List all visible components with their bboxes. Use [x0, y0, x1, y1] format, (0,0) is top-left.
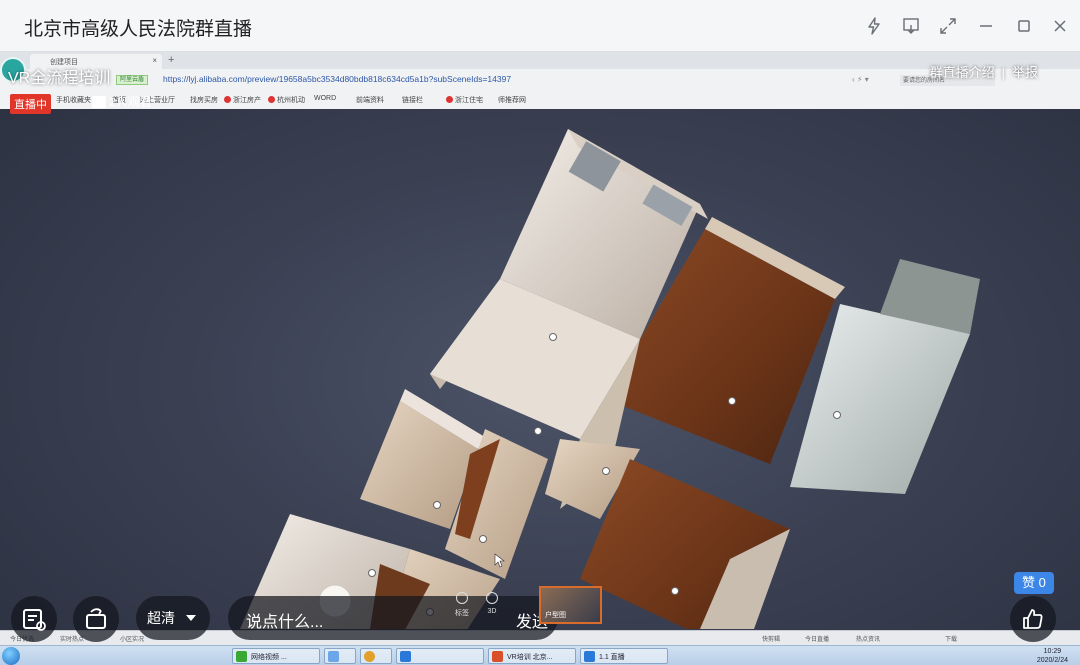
bookmark-item: 师推荐网 — [498, 97, 526, 104]
browser-tool-icons: ‹ ⚡ ▾ — [852, 75, 869, 84]
taskbar-item: 快剪辑 — [762, 637, 781, 643]
bookmark-item: 找房买房 — [190, 97, 218, 104]
bookmark-item: 浙江住宅 — [446, 95, 483, 105]
hotspot-icon — [479, 535, 487, 543]
chat-input[interactable]: 说点什么... 发送 — [228, 596, 558, 640]
taskbar-item: 下载 — [945, 637, 958, 643]
browser-address-bar: 阿里云盾 https://lyj.alibaba.com/preview/196… — [0, 71, 1080, 89]
minimize-icon[interactable] — [973, 13, 999, 39]
globe-icon — [486, 592, 498, 604]
browser-bookmarks-bar: 手机收藏夹 首页 网上营业厅 找房买房 浙江房产 杭州机动 WORD 前端资料 … — [0, 91, 1080, 108]
live-stream-view[interactable]: 创建项目 × + 阿里云盾 https://lyj.alibaba.com/pr… — [0, 52, 1080, 645]
bookmark-item: 手机收藏夹 — [56, 97, 91, 104]
bookmark-item: 浙江房产 — [224, 95, 261, 105]
report-link[interactable]: 举报 — [1012, 65, 1038, 80]
taskbar-item: 小区实况 — [120, 637, 145, 643]
clock-date: 2020/2/24 — [1036, 657, 1068, 664]
taskbar-app — [324, 648, 356, 664]
stream-top-links: 群直播介绍 | 举报 — [930, 62, 1038, 81]
chat-placeholder: 说点什么... — [246, 614, 324, 631]
viewer-icon — [92, 96, 106, 108]
windows-start-icon — [2, 647, 20, 665]
window-titlebar: 北京市高级人民法院群直播 — [0, 0, 1080, 52]
live-app-icon — [584, 651, 595, 662]
taskbar-item: 热点资讯 — [856, 637, 881, 643]
quality-selector[interactable]: 超清 — [136, 596, 210, 640]
maximize-icon[interactable] — [1011, 13, 1037, 39]
bookmark-item: 杭州机动 — [268, 95, 305, 105]
3d-mode-button: 3D — [481, 592, 503, 615]
rotate-screen-button[interactable] — [73, 596, 119, 642]
announcement-button[interactable] — [11, 596, 57, 642]
browser-tab-close-icon: × — [152, 56, 157, 65]
taskbar-app: 网络视频 ... — [232, 648, 320, 664]
hotspot-icon — [549, 333, 557, 341]
system-clock: 10:29 2020/2/24 — [1037, 647, 1068, 665]
tag-mode-button: 标签 — [451, 592, 473, 618]
taskbar-app — [360, 648, 392, 664]
windows-taskbar: 网络视频 ... VR培训 北京... 1.1 直播 10:29 2020/2/… — [0, 645, 1080, 665]
thumbs-up-icon — [1023, 609, 1043, 629]
vr-floor-plan-3d[interactable] — [0, 109, 1080, 629]
browser-icon — [236, 651, 247, 662]
viewer-count: 2人观看 — [92, 93, 152, 110]
shared-browser-chrome: 创建项目 × + 阿里云盾 https://lyj.alibaba.com/pr… — [0, 52, 1080, 109]
clock-time: 10:29 — [1043, 648, 1062, 655]
stream-title: VR全流程培训 — [8, 70, 111, 87]
hotspot-icon — [602, 467, 610, 475]
taskbar-item: 今日直播 — [805, 637, 830, 643]
bookmark-item: 链接栏 — [402, 97, 423, 104]
bookmark-item: 前端资料 — [356, 97, 384, 104]
taskbar-app — [396, 648, 484, 664]
floorplan-thumbnail: 户型图 — [539, 586, 602, 624]
group-live-intro-link[interactable]: 群直播介绍 — [930, 65, 995, 80]
rotate-icon — [86, 608, 106, 629]
bookmark-item: WORD — [314, 95, 337, 102]
app-icon — [400, 651, 411, 662]
hotspot-icon — [728, 397, 736, 405]
hotspot-icon — [368, 569, 376, 577]
window-title: 北京市高级人民法院群直播 — [24, 19, 253, 40]
viewer-count-text: 2人观看 — [109, 95, 152, 109]
lightning-icon[interactable] — [861, 13, 887, 39]
hotspot-icon — [433, 501, 441, 509]
browser-url: https://lyj.alibaba.com/preview/19658a5b… — [163, 74, 512, 84]
browser-new-tab-icon: + — [168, 54, 175, 66]
browser-tab-strip: 创建项目 × + — [0, 52, 1080, 69]
link-separator: | — [1001, 65, 1005, 80]
location-pin-icon — [456, 592, 468, 604]
announcement-icon — [23, 609, 46, 631]
likes-badge: 赞 0 — [1014, 572, 1054, 594]
quality-label: 超清 — [147, 610, 175, 626]
powerpoint-icon — [492, 651, 503, 662]
chrome-icon — [364, 651, 375, 662]
taskbar-app: VR培训 北京... — [488, 648, 576, 664]
pip-icon[interactable] — [898, 13, 924, 39]
taskbar-app: 1.1 直播 — [580, 648, 668, 664]
security-badge: 阿里云盾 — [116, 75, 148, 85]
caret-down-icon — [186, 615, 196, 621]
close-icon[interactable] — [1047, 13, 1073, 39]
hotspot-icon — [833, 411, 841, 419]
hotspot-icon — [671, 587, 679, 595]
like-button[interactable] — [1010, 596, 1056, 642]
hotspot-icon — [534, 427, 542, 435]
app-icon — [328, 651, 339, 662]
fullscreen-icon[interactable] — [935, 13, 961, 39]
